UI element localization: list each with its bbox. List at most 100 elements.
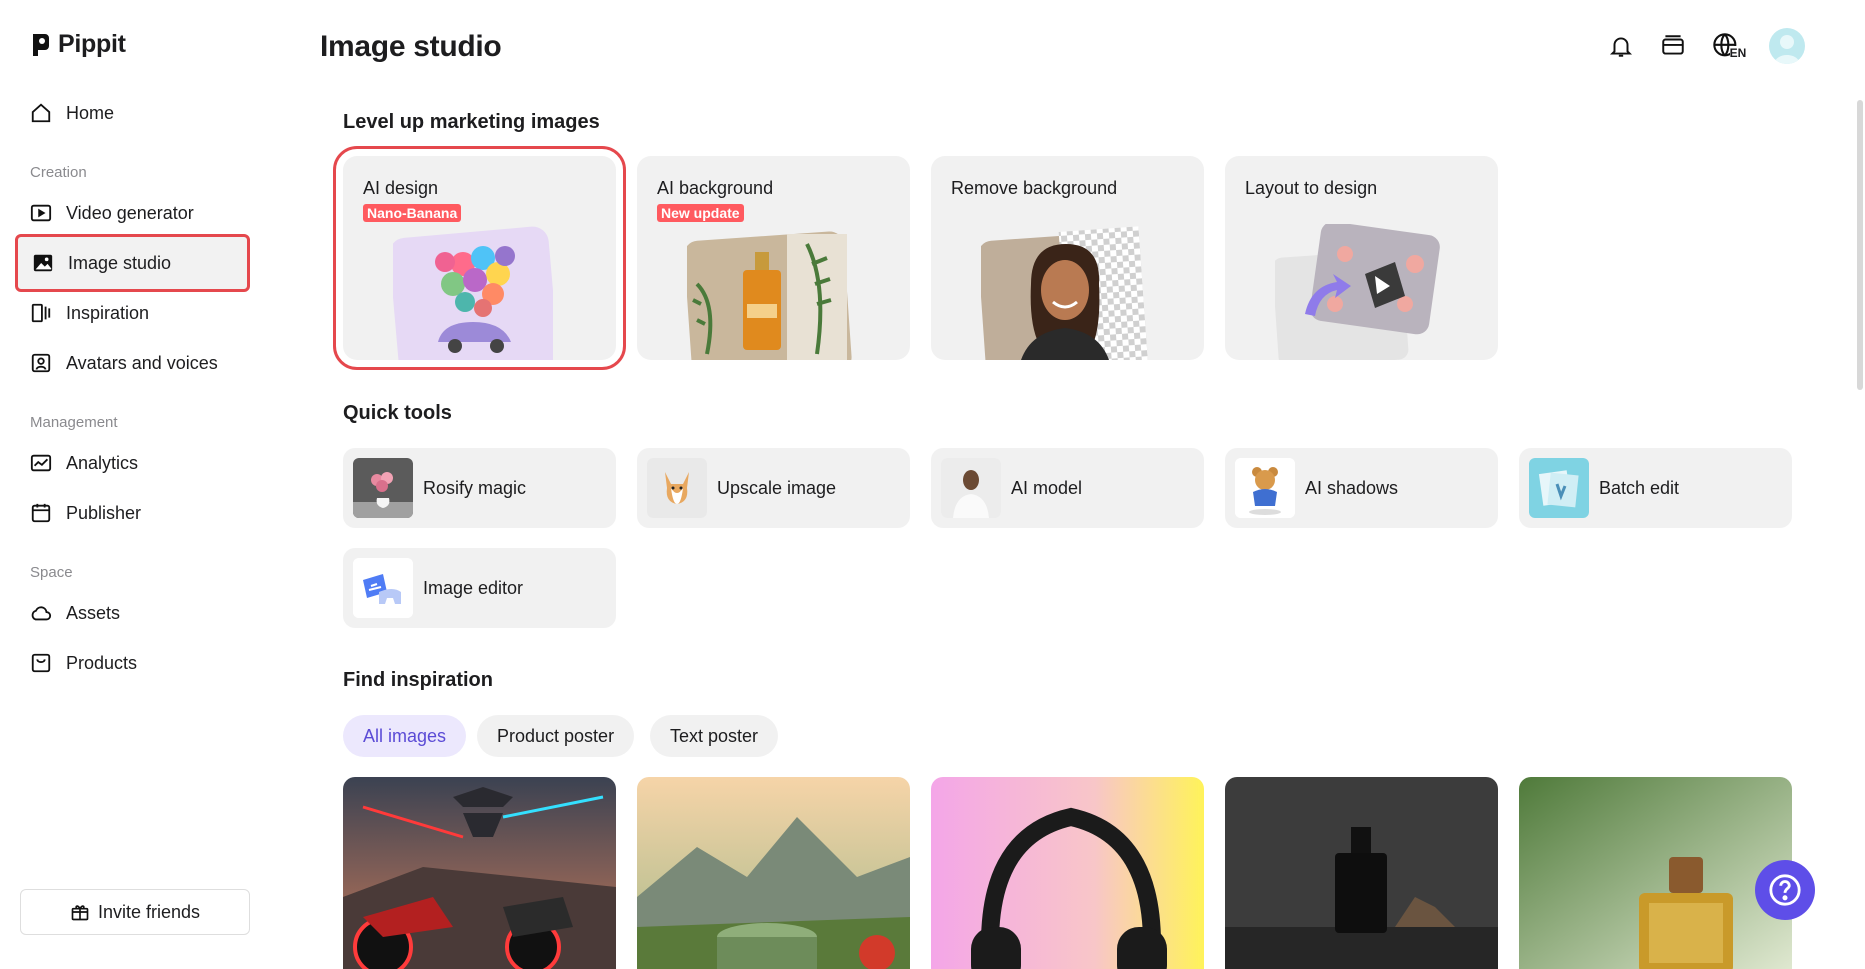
subscription-button[interactable] (1657, 30, 1689, 62)
sidebar-item-home[interactable]: Home (18, 87, 248, 139)
sidebar-item-label: Avatars and voices (66, 352, 218, 373)
pippit-logo-icon (33, 33, 49, 56)
sidebar-item-inspiration[interactable]: Inspiration (18, 287, 248, 339)
inspiration-card-mountain-jar[interactable] (637, 777, 910, 969)
home-icon (31, 103, 51, 123)
sidebar-item-assets[interactable]: Assets (18, 587, 248, 639)
language-code: EN (1729, 46, 1747, 60)
bell-icon (1609, 37, 1633, 57)
sidebar-item-label: Assets (66, 602, 121, 623)
card-badge: Nano-Banana (363, 204, 462, 222)
tool-label: Rosify magic (423, 477, 527, 498)
dark-bottle-image (1225, 777, 1498, 969)
sidebar-item-publisher[interactable]: Publisher (18, 487, 248, 539)
tool-batch-edit[interactable]: Batch edit (1519, 448, 1792, 528)
chip-label: Text poster (670, 725, 759, 746)
teddy-bear-icon (1235, 458, 1295, 518)
section-title-level-up: Level up marketing images (343, 111, 600, 133)
section-label-space: Space (30, 564, 73, 581)
card-title: AI design (363, 178, 439, 198)
filter-chip-text-poster[interactable]: Text poster (650, 715, 779, 757)
brand-logo[interactable]: Pippit (30, 30, 126, 59)
card-remove-background[interactable]: Remove background (931, 156, 1204, 360)
tool-label: Image editor (423, 577, 524, 598)
card-layout-to-design[interactable]: Layout to design (1225, 156, 1498, 360)
analytics-icon (30, 454, 52, 472)
ai-model-thumbnail (941, 458, 1001, 518)
app-root: Pippit Home Creation Video generator Ima… (0, 0, 1865, 969)
user-icon (1774, 35, 1800, 64)
person-icon (941, 458, 1001, 518)
user-avatar[interactable] (1769, 28, 1805, 64)
notification-button[interactable] (1605, 30, 1637, 62)
video-icon (30, 204, 52, 222)
image-editor-icon (353, 558, 413, 618)
filter-chip-all-images[interactable]: All images (343, 715, 467, 757)
inspiration-card-amber-bottle[interactable] (1519, 777, 1792, 969)
ai-shadows-thumbnail (1235, 458, 1295, 518)
balloon-car-illustration (393, 226, 553, 360)
mountain-jar-image (637, 777, 910, 969)
section-title-quick-tools: Quick tools (343, 402, 452, 424)
filter-chip-product-poster[interactable]: Product poster (477, 715, 635, 757)
card-ai-design[interactable]: AI design Nano-Banana (333, 146, 626, 370)
batch-images-icon (1529, 458, 1589, 518)
tool-rosify-magic[interactable]: Rosify magic (343, 448, 616, 528)
sidebar-item-analytics[interactable]: Analytics (18, 437, 248, 489)
calendar-icon (31, 503, 51, 523)
sidebar-item-label: Publisher (66, 502, 142, 523)
inspiration-card-headphones[interactable] (931, 777, 1204, 969)
corgi-icon (647, 458, 707, 518)
sidebar: Pippit Home Creation Video generator Ima… (0, 0, 272, 969)
card-ai-background[interactable]: AI background New update (637, 156, 910, 360)
tool-upscale-image[interactable]: Upscale image (637, 448, 910, 528)
chip-label: All images (363, 725, 447, 746)
bag-icon (31, 653, 51, 673)
page-title: Image studio (320, 30, 502, 63)
avatar-voice-icon (31, 353, 51, 373)
amber-bottle-image (1519, 777, 1792, 969)
tool-label: Upscale image (717, 477, 837, 498)
inspiration-icon (31, 303, 51, 323)
tool-ai-shadows[interactable]: AI shadows (1225, 448, 1498, 528)
tool-label: AI shadows (1305, 477, 1399, 498)
tool-label: Batch edit (1599, 477, 1680, 498)
invite-label: Invite friends (97, 901, 201, 922)
page-scrollbar[interactable] (1857, 100, 1863, 390)
portrait-illustration (981, 226, 1149, 360)
card-title: AI background (657, 178, 774, 198)
inspiration-card-dark-bottle[interactable] (1225, 777, 1498, 969)
sidebar-item-label: Image studio (68, 252, 172, 273)
rosify-thumbnail (353, 458, 413, 518)
image-icon (33, 254, 53, 272)
sidebar-item-label: Products (66, 652, 138, 673)
question-icon (1769, 874, 1801, 906)
inspiration-card-motorbikes[interactable] (343, 777, 616, 969)
batch-edit-thumbnail (1529, 458, 1589, 518)
section-label-management: Management (30, 414, 118, 431)
card-badge: New update (657, 204, 744, 222)
chip-label: Product poster (497, 725, 615, 746)
card-icon (1662, 35, 1684, 55)
layout-design-illustration (1275, 224, 1440, 360)
gift-icon (71, 905, 89, 921)
section-title-find-inspiration: Find inspiration (343, 669, 493, 691)
motorbike-scene-image (343, 777, 616, 969)
sidebar-item-label: Inspiration (66, 302, 150, 323)
sidebar-item-image-studio[interactable]: Image studio (15, 234, 250, 292)
sidebar-item-video-generator[interactable]: Video generator (18, 187, 248, 239)
language-button[interactable]: EN (1709, 30, 1749, 62)
tool-image-editor[interactable]: Image editor (343, 548, 616, 628)
sidebar-item-products[interactable]: Products (18, 637, 248, 689)
card-title: Remove background (951, 178, 1118, 198)
section-label-creation: Creation (30, 164, 87, 181)
sidebar-item-label: Home (66, 102, 115, 123)
header-actions: EN (1605, 28, 1805, 64)
invite-friends-button[interactable]: Invite friends (20, 889, 250, 935)
sidebar-item-label: Video generator (66, 202, 194, 223)
help-button[interactable] (1755, 860, 1815, 920)
tool-ai-model[interactable]: AI model (931, 448, 1204, 528)
sidebar-item-avatars-and-voices[interactable]: Avatars and voices (18, 337, 248, 389)
perfume-illustration (687, 231, 852, 360)
tool-label: AI model (1011, 477, 1083, 498)
